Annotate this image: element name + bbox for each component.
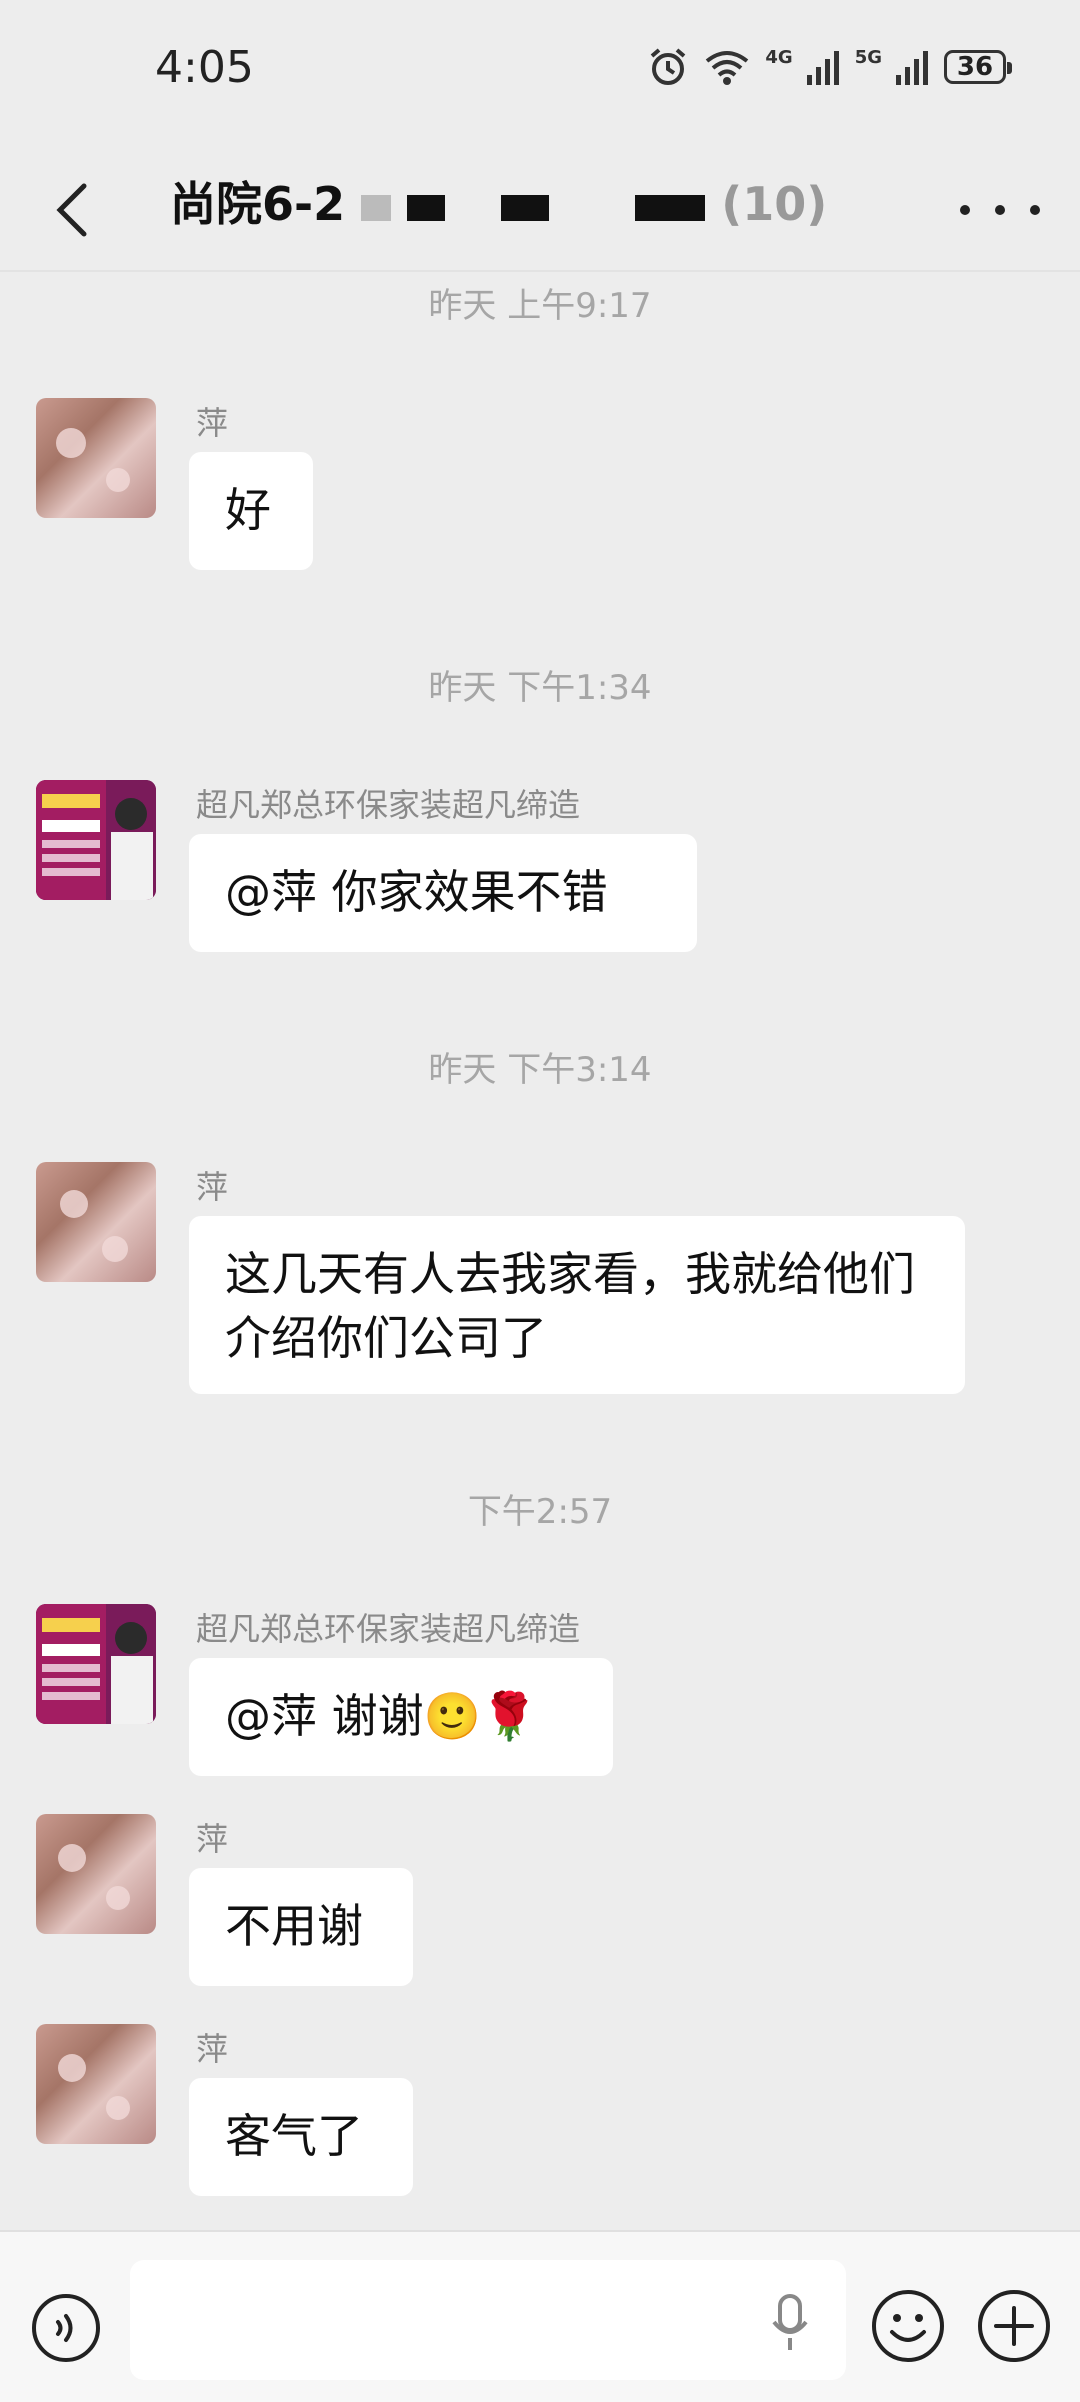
message-input[interactable] [130, 2260, 846, 2380]
more-options-button[interactable] [960, 178, 1040, 242]
message-bubble[interactable]: @萍 你家效果不错 [189, 834, 697, 952]
dot [960, 205, 970, 215]
member-count: (10) [721, 177, 828, 231]
message-row: 超凡郑总环保家装超凡缔造 @萍 你家效果不错 [36, 780, 1046, 952]
dot [995, 205, 1005, 215]
voice-input-icon[interactable] [30, 2292, 102, 2364]
avatar[interactable] [36, 1604, 156, 1724]
chat-title: 尚院6-2 (10) [170, 168, 890, 240]
avatar[interactable] [36, 1814, 156, 1934]
promo-avatar-graphic [36, 780, 156, 900]
avatar-blossom [102, 1236, 128, 1262]
message-row: 超凡郑总环保家装超凡缔造 @萍 谢谢🙂🌹 [36, 1604, 1046, 1776]
avatar-blossom [60, 1190, 88, 1218]
sender-name: 萍 [196, 1820, 229, 1858]
avatar-blossom [56, 428, 86, 458]
avatar-blossom [58, 1844, 86, 1872]
redaction-block [635, 194, 706, 221]
avatar[interactable] [36, 398, 156, 518]
avatar-blossom [58, 2054, 86, 2082]
redaction-block [361, 194, 392, 221]
status-icons: 4G 5G 36 [647, 46, 1012, 88]
message-bubble[interactable]: 客气了 [189, 2078, 413, 2196]
chat-header: 尚院6-2 (10) [0, 150, 1080, 270]
back-arrow-icon[interactable] [40, 174, 112, 246]
chat-title-text: 尚院6-2 [170, 177, 346, 231]
wifi-icon [706, 51, 749, 85]
message-row: 萍 好 [36, 398, 1046, 570]
promo-avatar-graphic [36, 1604, 156, 1724]
plus-icon[interactable] [976, 2288, 1052, 2364]
message-row: 萍 不用谢 [36, 1814, 1046, 1986]
emoji-icon[interactable] [870, 2288, 946, 2364]
input-bar [0, 2230, 1080, 2402]
microphone-icon[interactable] [770, 2294, 810, 2354]
network-label-5g: 5G [854, 46, 882, 68]
avatar-blossom [106, 468, 130, 492]
sender-name: 萍 [196, 2030, 229, 2068]
avatar[interactable] [36, 1162, 156, 1282]
sender-name: 萍 [196, 1168, 229, 1206]
message-bubble[interactable]: 这几天有人去我家看，我就给他们介绍你们公司了 [189, 1216, 965, 1394]
avatar[interactable] [36, 780, 156, 900]
sender-name: 超凡郑总环保家装超凡缔造 [196, 786, 581, 824]
timestamp: 昨天 下午3:14 [428, 1050, 652, 1090]
network-label-4g: 4G [765, 46, 793, 68]
redaction-block [407, 194, 446, 221]
timestamp: 下午2:57 [467, 1492, 613, 1532]
status-bar: 4:05 4G 5G 36 [0, 0, 1080, 150]
message-row: 萍 这几天有人去我家看，我就给他们介绍你们公司了 [36, 1162, 1046, 1394]
alarm-icon [651, 48, 686, 85]
chat-message-list[interactable]: 昨天 上午9:17 萍 好 昨天 下午1:34 超凡郑总环保家装超凡缔造 @萍 [0, 272, 1080, 2230]
battery-icon: 36 [944, 50, 1012, 84]
message-bubble[interactable]: 不用谢 [189, 1868, 413, 1986]
timestamp: 昨天 下午1:34 [428, 668, 652, 708]
redaction-block [501, 194, 550, 221]
dot [1030, 205, 1040, 215]
message-bubble[interactable]: 好 [189, 452, 313, 570]
message-bubble[interactable]: @萍 谢谢🙂🌹 [189, 1658, 613, 1776]
signal-icon-1 [806, 51, 839, 85]
avatar-blossom [106, 1886, 130, 1910]
avatar-blossom [106, 2096, 130, 2120]
sender-name: 超凡郑总环保家装超凡缔造 [196, 1610, 581, 1648]
avatar[interactable] [36, 2024, 156, 2144]
status-time: 4:05 [155, 42, 254, 93]
sender-name: 萍 [196, 404, 229, 442]
timestamp: 昨天 上午9:17 [428, 286, 652, 326]
signal-icon-2 [896, 51, 928, 85]
message-row: 萍 客气了 [36, 2024, 1046, 2196]
